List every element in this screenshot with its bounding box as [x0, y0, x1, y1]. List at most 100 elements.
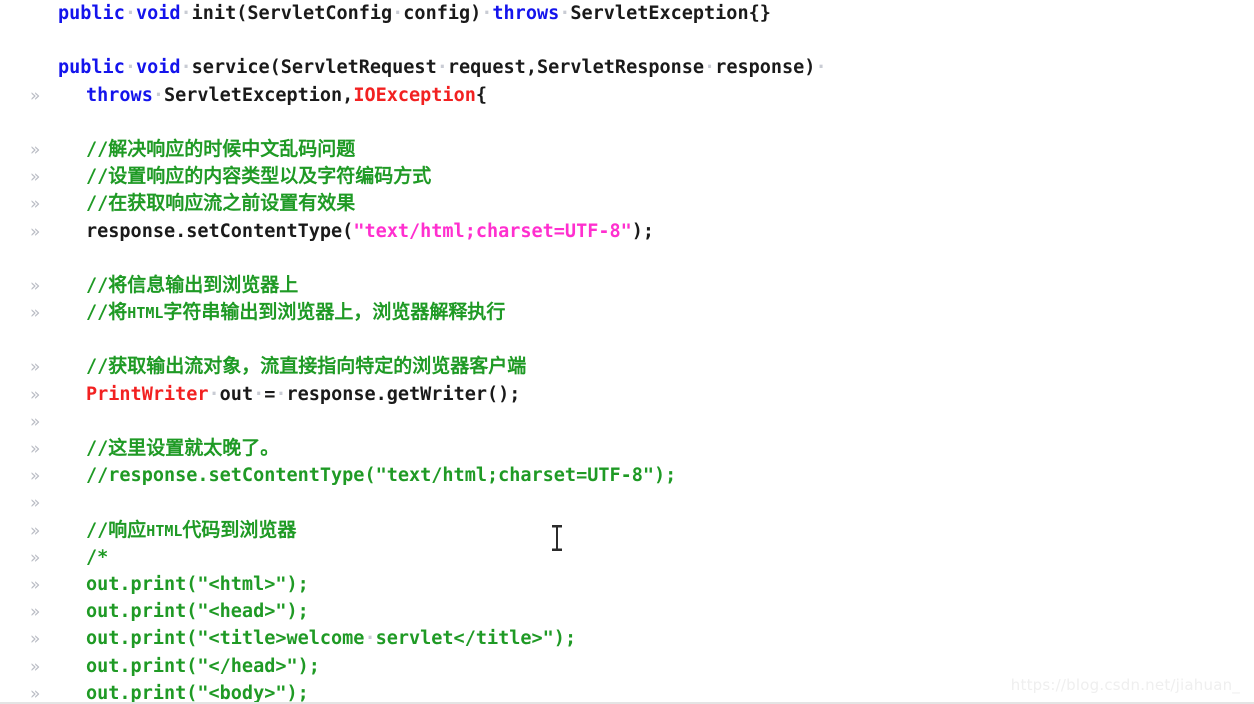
code-line[interactable]: » //这里设置就太晚了。 — [0, 435, 1254, 462]
code-token: 代码到浏览器 — [182, 518, 297, 541]
code-line[interactable]: » //将信息输出到浏览器上 — [0, 272, 1254, 299]
tab-marker-icon: » — [30, 357, 41, 378]
code-token: // — [86, 438, 109, 459]
code-line[interactable]: » //解决响应的时候中文乱码问题 — [0, 136, 1254, 163]
code-line[interactable]: » out.print("<title>welcome·servlet</tit… — [0, 625, 1254, 652]
code-token: 这里设置就太晚了。 — [108, 437, 280, 459]
code-token: config) — [403, 3, 482, 24]
code-token: · — [275, 383, 287, 405]
code-line[interactable]: » — [0, 489, 1254, 516]
code-token: out.print("<title>welcome — [86, 628, 365, 650]
code-token: service(ServletRequest — [191, 57, 437, 79]
tab-marker-icon: » — [30, 602, 41, 623]
code-token: · — [436, 57, 448, 79]
code-line[interactable]: » response.setContentType("text/html;cha… — [0, 218, 1254, 245]
code-line[interactable]: » throws·ServletException,IOException{ — [0, 82, 1254, 109]
code-token: // — [86, 138, 109, 160]
code-token: · — [180, 3, 192, 24]
line-gutter-spacer — [30, 246, 58, 273]
tab-marker-icon: » — [30, 493, 41, 514]
code-line[interactable]: » /* — [0, 544, 1254, 571]
code-token: · — [152, 84, 164, 106]
code-token: void — [135, 57, 181, 79]
code-line[interactable]: » PrintWriter·out·=·response.getWriter()… — [0, 381, 1254, 408]
code-line[interactable] — [0, 109, 1254, 136]
code-token: PrintWriter — [86, 383, 209, 405]
code-token: out.print("<html>"); — [86, 573, 309, 595]
code-token: 将信息输出到浏览器上 — [108, 273, 299, 296]
code-line[interactable]: » //response.setContentType("text/html;c… — [0, 462, 1254, 489]
tab-marker-icon: » — [30, 547, 41, 568]
code-line[interactable] — [0, 245, 1254, 272]
code-line[interactable]: » //获取输出流对象，流直接指向特定的浏览器客户端 — [0, 353, 1254, 380]
code-token: HTML — [146, 521, 183, 540]
code-line[interactable]: » //设置响应的内容类型以及字符编码方式 — [0, 163, 1254, 190]
code-token: response.getWriter(); — [286, 383, 521, 405]
code-token: public — [58, 57, 125, 79]
code-token: // — [86, 519, 109, 541]
code-line[interactable]: » //响应HTML代码到浏览器 — [0, 517, 1254, 544]
code-token: public — [58, 3, 125, 24]
code-token: · — [253, 383, 265, 405]
code-token: // — [86, 356, 109, 378]
code-line[interactable]: » out.print("<head>"); — [0, 598, 1254, 625]
tab-marker-icon: » — [30, 85, 41, 106]
code-line[interactable]: » — [0, 408, 1254, 435]
code-token: · — [124, 57, 136, 79]
code-token: out.print("<body>"); — [86, 682, 309, 704]
code-token: response) — [715, 57, 816, 79]
line-gutter-spacer — [30, 327, 58, 354]
code-token: · — [559, 3, 571, 24]
code-token: ); — [631, 220, 655, 242]
code-token: 获取输出流对象，流直接指向特定的浏览器客户端 — [108, 355, 527, 378]
code-token: 响应 — [108, 518, 147, 541]
tab-marker-icon: » — [30, 194, 41, 215]
code-line[interactable]: public·void·service(ServletRequest·reque… — [0, 54, 1254, 81]
code-token: · — [364, 628, 376, 650]
code-line[interactable]: » //在获取响应流之前设置有效果 — [0, 190, 1254, 217]
tab-marker-icon: » — [30, 303, 41, 324]
code-lines-container[interactable]: public·void·init(ServletConfig·config)·t… — [0, 0, 1254, 704]
code-token: 字符串输出到浏览器上，浏览器解释执行 — [163, 301, 506, 324]
code-token: init(ServletConfig — [191, 3, 393, 24]
code-token: "text/html;charset=UTF-8" — [353, 220, 632, 242]
code-line[interactable] — [0, 326, 1254, 353]
code-token: · — [208, 383, 220, 405]
tab-marker-icon: » — [30, 574, 41, 595]
code-token: · — [704, 57, 716, 79]
code-line[interactable] — [0, 27, 1254, 54]
code-editor-canvas[interactable]: public·void·init(ServletConfig·config)·t… — [0, 0, 1254, 704]
tab-marker-icon: » — [30, 275, 41, 296]
code-line[interactable]: » out.print("<html>"); — [0, 571, 1254, 598]
tab-marker-icon: » — [30, 167, 41, 188]
code-line[interactable]: public·void·init(ServletConfig·config)·t… — [0, 0, 1254, 27]
tab-marker-icon: » — [30, 411, 41, 432]
code-token: ServletException, — [163, 84, 354, 106]
code-token: request,ServletResponse — [447, 57, 705, 79]
code-token: · — [124, 3, 136, 24]
tab-marker-icon: » — [30, 221, 41, 242]
code-line[interactable]: » //将HTML字符串输出到浏览器上，浏览器解释执行 — [0, 299, 1254, 326]
code-token: = — [264, 383, 276, 405]
code-token: out.print("<head>"); — [86, 601, 309, 623]
code-token: · — [481, 3, 493, 24]
tab-marker-icon: » — [30, 384, 41, 405]
code-token: · — [392, 3, 404, 24]
